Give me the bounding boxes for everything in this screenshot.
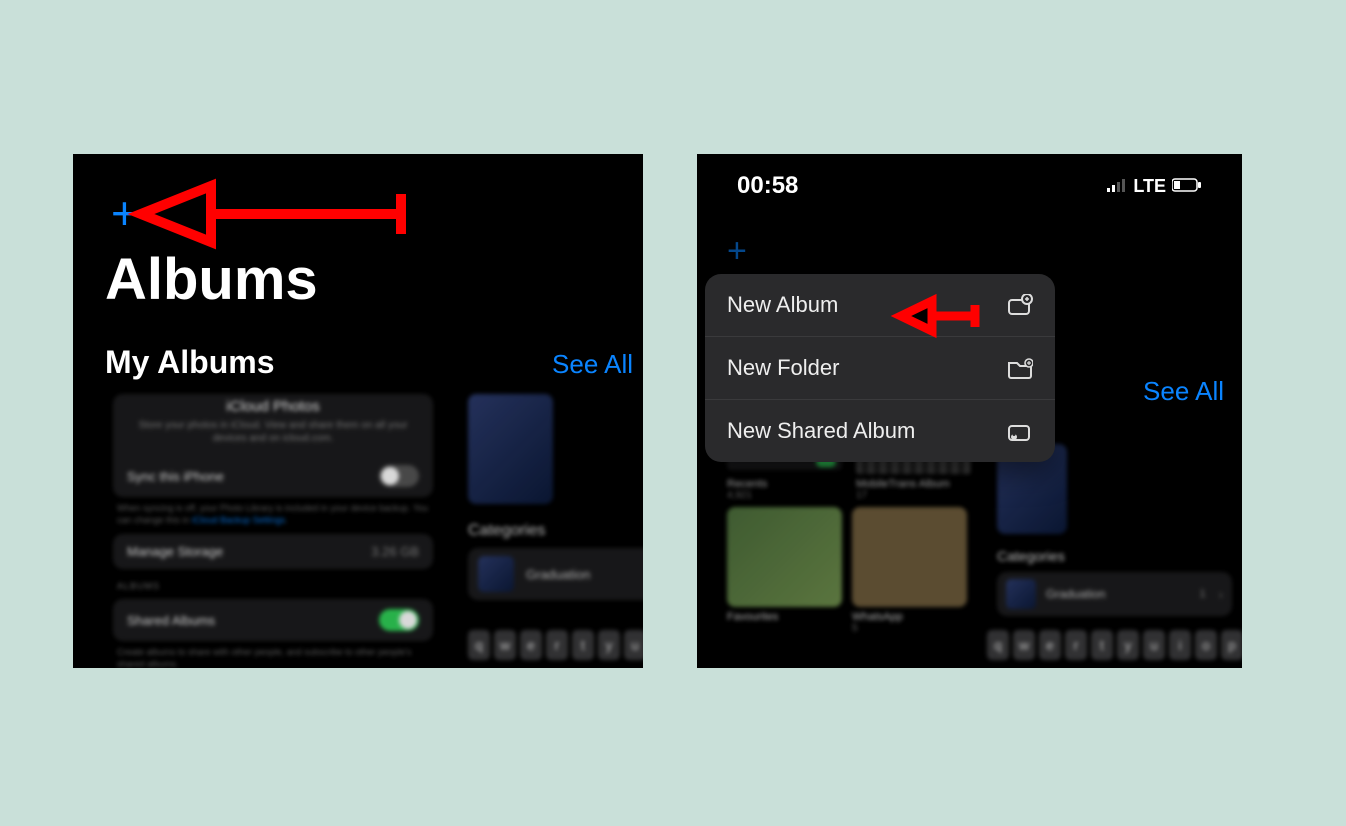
shared-album-icon xyxy=(1007,420,1033,442)
key-i[interactable]: i xyxy=(1169,630,1191,660)
key-t[interactable]: t xyxy=(1091,630,1113,660)
album-item[interactable]: Favourites xyxy=(727,507,842,634)
key-e[interactable]: e xyxy=(520,630,542,660)
keyboard-row[interactable]: qwertyuiop xyxy=(987,630,1242,660)
shared-albums-label: Shared Albums xyxy=(127,613,215,628)
sync-label: Sync this iPhone xyxy=(127,469,224,484)
key-r[interactable]: r xyxy=(546,630,568,660)
folder-add-icon xyxy=(1007,357,1033,379)
battery-icon xyxy=(1172,176,1202,197)
album-name: WhatsApp xyxy=(852,611,967,623)
category-thumb xyxy=(1006,579,1036,609)
key-u[interactable]: u xyxy=(1143,630,1165,660)
shared-albums-toggle[interactable] xyxy=(379,609,419,631)
categories-heading: Categories xyxy=(997,548,1232,564)
categories-heading: Categories xyxy=(468,522,643,540)
category-count: 1 xyxy=(1200,588,1206,600)
icloud-settings-panel: iCloud Photos Store your photos in iClou… xyxy=(113,394,433,668)
icloud-desc: Store your photos in iCloud. View and sh… xyxy=(113,415,433,455)
page-title: Albums xyxy=(105,246,318,313)
key-o[interactable]: o xyxy=(1195,630,1217,660)
album-count: 4,921 xyxy=(727,490,842,501)
keyboard-row[interactable]: qwertyuiop xyxy=(468,630,643,660)
key-t[interactable]: t xyxy=(572,630,594,660)
album-thumbnail xyxy=(852,507,967,607)
key-r[interactable]: r xyxy=(1065,630,1087,660)
status-time: 00:58 xyxy=(737,172,798,200)
album-name: MobileTrans Album xyxy=(856,478,971,490)
key-p[interactable]: p xyxy=(1221,630,1242,660)
chevron-right-icon: › xyxy=(1219,587,1223,602)
side-panel-left: Categories Graduation 1 › xyxy=(468,394,643,600)
category-row[interactable]: Graduation 1 › xyxy=(468,548,643,600)
key-q[interactable]: q xyxy=(468,630,490,660)
album-count: 17 xyxy=(856,490,971,501)
add-button[interactable]: + xyxy=(727,234,747,268)
icloud-title: iCloud Photos xyxy=(113,394,433,415)
key-w[interactable]: w xyxy=(1013,630,1035,660)
key-w[interactable]: w xyxy=(494,630,516,660)
key-y[interactable]: y xyxy=(598,630,620,660)
album-count: 5 xyxy=(852,623,967,634)
status-bar: 00:58 LTE xyxy=(697,172,1242,200)
album-thumbnail[interactable] xyxy=(468,394,553,504)
side-panel-right: Categories Graduation 1 › xyxy=(997,444,1232,616)
menu-new-shared-album[interactable]: New Shared Album xyxy=(705,400,1055,462)
category-thumb xyxy=(478,556,514,592)
key-e[interactable]: e xyxy=(1039,630,1061,660)
albums-section-label: ALBUMS xyxy=(113,569,433,593)
album-add-icon xyxy=(1007,294,1033,316)
screenshot-left: + Albums My Albums See All iCloud Photos… xyxy=(73,154,643,668)
key-u[interactable]: u xyxy=(624,630,643,660)
category-name: Graduation xyxy=(1046,587,1105,601)
section-my-albums: My Albums xyxy=(105,344,275,381)
sync-note: When syncing is off, your Photo Library … xyxy=(113,497,433,528)
manage-storage-row[interactable]: Manage Storage 3.26 GB xyxy=(113,534,433,569)
sync-toggle[interactable] xyxy=(379,465,419,487)
album-name: Favourites xyxy=(727,611,842,623)
shared-note: Create albums to share with other people… xyxy=(113,641,433,668)
category-row[interactable]: Graduation 1 › xyxy=(997,572,1232,616)
add-button[interactable]: + xyxy=(111,190,138,236)
key-q[interactable]: q xyxy=(987,630,1009,660)
menu-new-album[interactable]: New Album xyxy=(705,274,1055,337)
album-item[interactable]: WhatsApp 5 xyxy=(852,507,967,634)
screenshot-right: 00:58 LTE + See All Recents 4,921 xyxy=(697,154,1242,668)
album-thumbnail xyxy=(727,507,842,607)
albums-grid: Recents 4,921 MobileTrans Album 17 Favou… xyxy=(727,454,987,634)
menu-new-folder[interactable]: New Folder xyxy=(705,337,1055,400)
category-name: Graduation xyxy=(526,567,590,582)
key-y[interactable]: y xyxy=(1117,630,1139,660)
signal-icon xyxy=(1107,176,1127,197)
see-all-link[interactable]: See All xyxy=(552,349,633,380)
see-all-link[interactable]: See All xyxy=(1143,376,1224,407)
annotation-arrow-left xyxy=(101,174,421,254)
album-name: Recents xyxy=(727,478,842,490)
add-menu: New Album New Folder New Shared Album xyxy=(705,274,1055,462)
network-label: LTE xyxy=(1133,176,1166,197)
icloud-backup-link[interactable]: iCloud Backup Settings xyxy=(192,515,285,525)
